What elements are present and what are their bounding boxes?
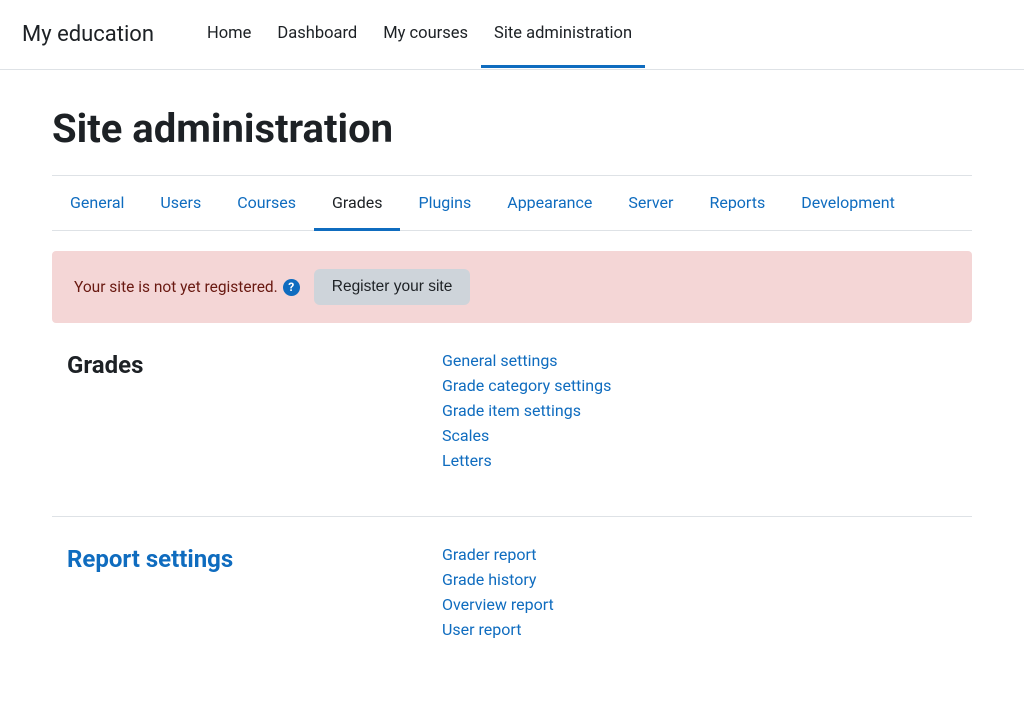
tab-grades[interactable]: Grades [314,177,400,231]
tab-reports[interactable]: Reports [691,177,783,231]
main-container: Site administration General Users Course… [52,70,972,659]
registration-alert: Your site is not yet registered. ? Regis… [52,251,972,323]
tab-courses[interactable]: Courses [219,177,314,231]
link-grade-history[interactable]: Grade history [442,570,554,589]
link-scales[interactable]: Scales [442,426,611,445]
header: My education Home Dashboard My courses S… [0,0,1024,70]
nav-dashboard[interactable]: Dashboard [264,2,370,68]
admin-tabs: General Users Courses Grades Plugins App… [52,175,972,231]
tab-general[interactable]: General [52,177,142,231]
link-user-report[interactable]: User report [442,620,554,639]
tab-plugins[interactable]: Plugins [400,177,489,231]
link-overview-report[interactable]: Overview report [442,595,554,614]
link-grader-report[interactable]: Grader report [442,545,554,564]
help-icon[interactable]: ? [283,279,300,296]
section-title-report-settings[interactable]: Report settings [52,545,442,639]
section-links-report-settings: Grader report Grade history Overview rep… [442,545,554,639]
link-letters[interactable]: Letters [442,451,611,470]
nav-site-administration[interactable]: Site administration [481,2,645,68]
section-links-grades: General settings Grade category settings… [442,351,611,470]
section-report-settings: Report settings Grader report Grade hist… [52,517,972,659]
page-title: Site administration [52,105,972,152]
link-grade-item-settings[interactable]: Grade item settings [442,401,611,420]
tab-development[interactable]: Development [783,177,913,231]
alert-text: Your site is not yet registered. [74,278,278,296]
tab-users[interactable]: Users [142,177,219,231]
link-general-settings[interactable]: General settings [442,351,611,370]
top-nav: Home Dashboard My courses Site administr… [194,2,645,68]
tab-appearance[interactable]: Appearance [489,177,610,231]
nav-my-courses[interactable]: My courses [370,2,481,68]
link-grade-category-settings[interactable]: Grade category settings [442,376,611,395]
section-title-grades: Grades [52,351,442,470]
tab-server[interactable]: Server [610,177,691,231]
brand[interactable]: My education [22,22,154,47]
nav-home[interactable]: Home [194,2,264,68]
register-site-button[interactable]: Register your site [314,269,471,305]
section-grades: Grades General settings Grade category s… [52,323,972,517]
